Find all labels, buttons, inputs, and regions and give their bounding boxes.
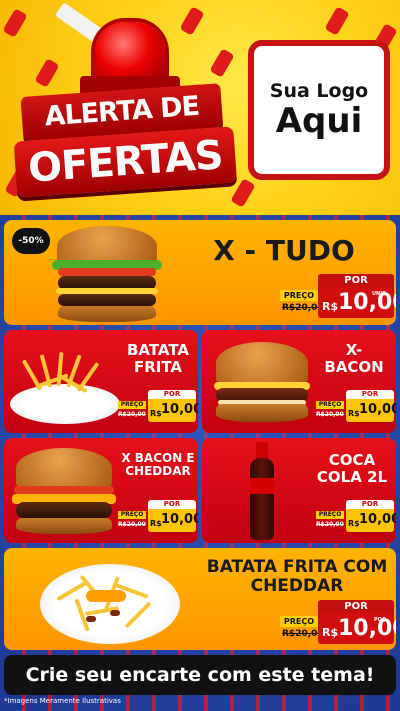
product-card-x-tudo[interactable]: -50% X - TUDO POR PREÇO R$20,00 R$ 10,00…	[4, 220, 396, 325]
product-name-line-2: CHEDDAR	[250, 575, 344, 596]
logo-placeholder[interactable]: Sua Logo Aqui	[248, 40, 390, 180]
price-label-before: PREÇO	[316, 511, 344, 519]
current-price: R$ 10,00	[346, 509, 396, 532]
currency: R$	[322, 300, 339, 313]
currency: R$	[150, 519, 162, 528]
product-name-line-2: COLA 2L	[316, 467, 388, 486]
price-label-now: POR	[148, 390, 196, 399]
soda-bottle-icon	[246, 442, 278, 540]
product-card-x-bacon[interactable]: X- BACON POR PREÇO R$20,00 R$ 10,00	[202, 330, 396, 433]
current-price: R$ 10,00 UNID	[318, 287, 396, 318]
product-name: X- BACON	[314, 342, 394, 375]
fries-icon	[40, 554, 180, 646]
old-price: R$20,00	[118, 521, 146, 528]
confetti-decoration	[209, 48, 235, 78]
product-name: BATATA FRITA	[116, 342, 198, 375]
product-card-batata-frita[interactable]: BATATA FRITA POR PREÇO R$20,00 R$ 10,00	[4, 330, 198, 433]
price-value: 10,00	[359, 402, 396, 417]
price-tag: POR PREÇO R$20,00 R$ 10,00	[316, 500, 396, 534]
currency: R$	[348, 519, 360, 528]
price-label-before: PREÇO	[280, 290, 318, 301]
burger-icon	[12, 448, 116, 538]
product-name-line-1: BATATA FRITA COM	[206, 557, 388, 577]
price-tag: POR PREÇO R$20,00 R$ 10,00 UNID	[280, 274, 396, 320]
product-name: X BACON E CHEDDAR	[118, 451, 198, 479]
product-name-line-2: CHEDDAR	[125, 464, 191, 479]
currency: R$	[322, 626, 339, 639]
current-price: R$ 10,00	[346, 399, 396, 422]
price-unit: POÇ	[374, 617, 386, 623]
price-label-before: PREÇO	[118, 401, 146, 409]
price-label-before: PREÇO	[118, 511, 146, 519]
confetti-decoration	[34, 58, 60, 88]
product-name-line-2: FRITA	[133, 357, 183, 376]
product-name-line-1: BATATA	[126, 341, 190, 359]
old-price: R$20,00	[316, 521, 344, 528]
current-price: R$ 10,00	[148, 399, 198, 422]
product-name: X - TUDO	[213, 234, 355, 267]
price-tag: POR PREÇO R$20,00 R$ 10,00	[118, 500, 198, 534]
burger-icon	[212, 342, 312, 426]
price-value: 10,00	[161, 512, 198, 527]
price-value: 10,00	[161, 402, 198, 417]
product-card-coca-cola[interactable]: COCA COLA 2L POR PREÇO R$20,00 R$ 10,00	[202, 438, 396, 543]
footnote: *Imagens Meramente Ilustrativas	[4, 697, 121, 705]
burger-icon	[52, 226, 162, 322]
discount-badge: -50%	[12, 228, 50, 254]
current-price: R$ 10,00	[148, 509, 198, 532]
product-name: COCA COLA 2L	[310, 452, 394, 485]
current-price: R$ 10,00 POÇ	[318, 613, 396, 644]
price-label-now: POR	[346, 390, 394, 399]
old-price: R$20,00	[118, 411, 146, 418]
price-tag: POR PREÇO R$20,00 R$ 10,00 POÇ	[280, 600, 396, 646]
price-value: 10,00	[338, 616, 396, 641]
product-name: BATATA FRITA COM CHEDDAR	[200, 558, 394, 595]
price-value: 10,00	[359, 512, 396, 527]
confetti-decoration	[324, 6, 350, 36]
confetti-decoration	[2, 8, 28, 38]
cta-banner[interactable]: Crie seu encarte com este tema!	[4, 655, 396, 695]
price-tag: POR PREÇO R$20,00 R$ 10,00	[316, 390, 396, 424]
price-label-now: POR	[318, 600, 394, 613]
currency: R$	[348, 409, 360, 418]
price-label-before: PREÇO	[316, 401, 344, 409]
product-name-line-1: COCA	[328, 451, 376, 469]
page-title: ALERTA DE OFERTAS	[10, 80, 238, 205]
price-tag: POR PREÇO R$20,00 R$ 10,00	[118, 390, 198, 424]
logo-text-line-2: Aqui	[275, 101, 363, 141]
confetti-decoration	[179, 6, 205, 36]
old-price: R$20,00	[316, 411, 344, 418]
logo-text-line-1: Sua Logo	[269, 80, 369, 102]
product-card-x-bacon-cheddar[interactable]: X BACON E CHEDDAR POR PREÇO R$20,00 R$ 1…	[4, 438, 198, 543]
price-label-now: POR	[346, 500, 394, 509]
siren-icon	[95, 22, 165, 84]
price-value: 10,00	[338, 290, 396, 315]
product-name-line-2: BACON	[324, 357, 384, 376]
product-card-batata-cheddar[interactable]: BATATA FRITA COM CHEDDAR POR PREÇO R$20,…	[4, 548, 396, 650]
price-label-before: PREÇO	[280, 616, 318, 627]
price-unit: UNID	[372, 291, 387, 297]
fries-icon	[10, 350, 120, 430]
price-label-now: POR	[318, 274, 394, 287]
currency: R$	[150, 409, 162, 418]
product-name-line-1: X-	[345, 341, 363, 359]
price-label-now: POR	[148, 500, 196, 509]
